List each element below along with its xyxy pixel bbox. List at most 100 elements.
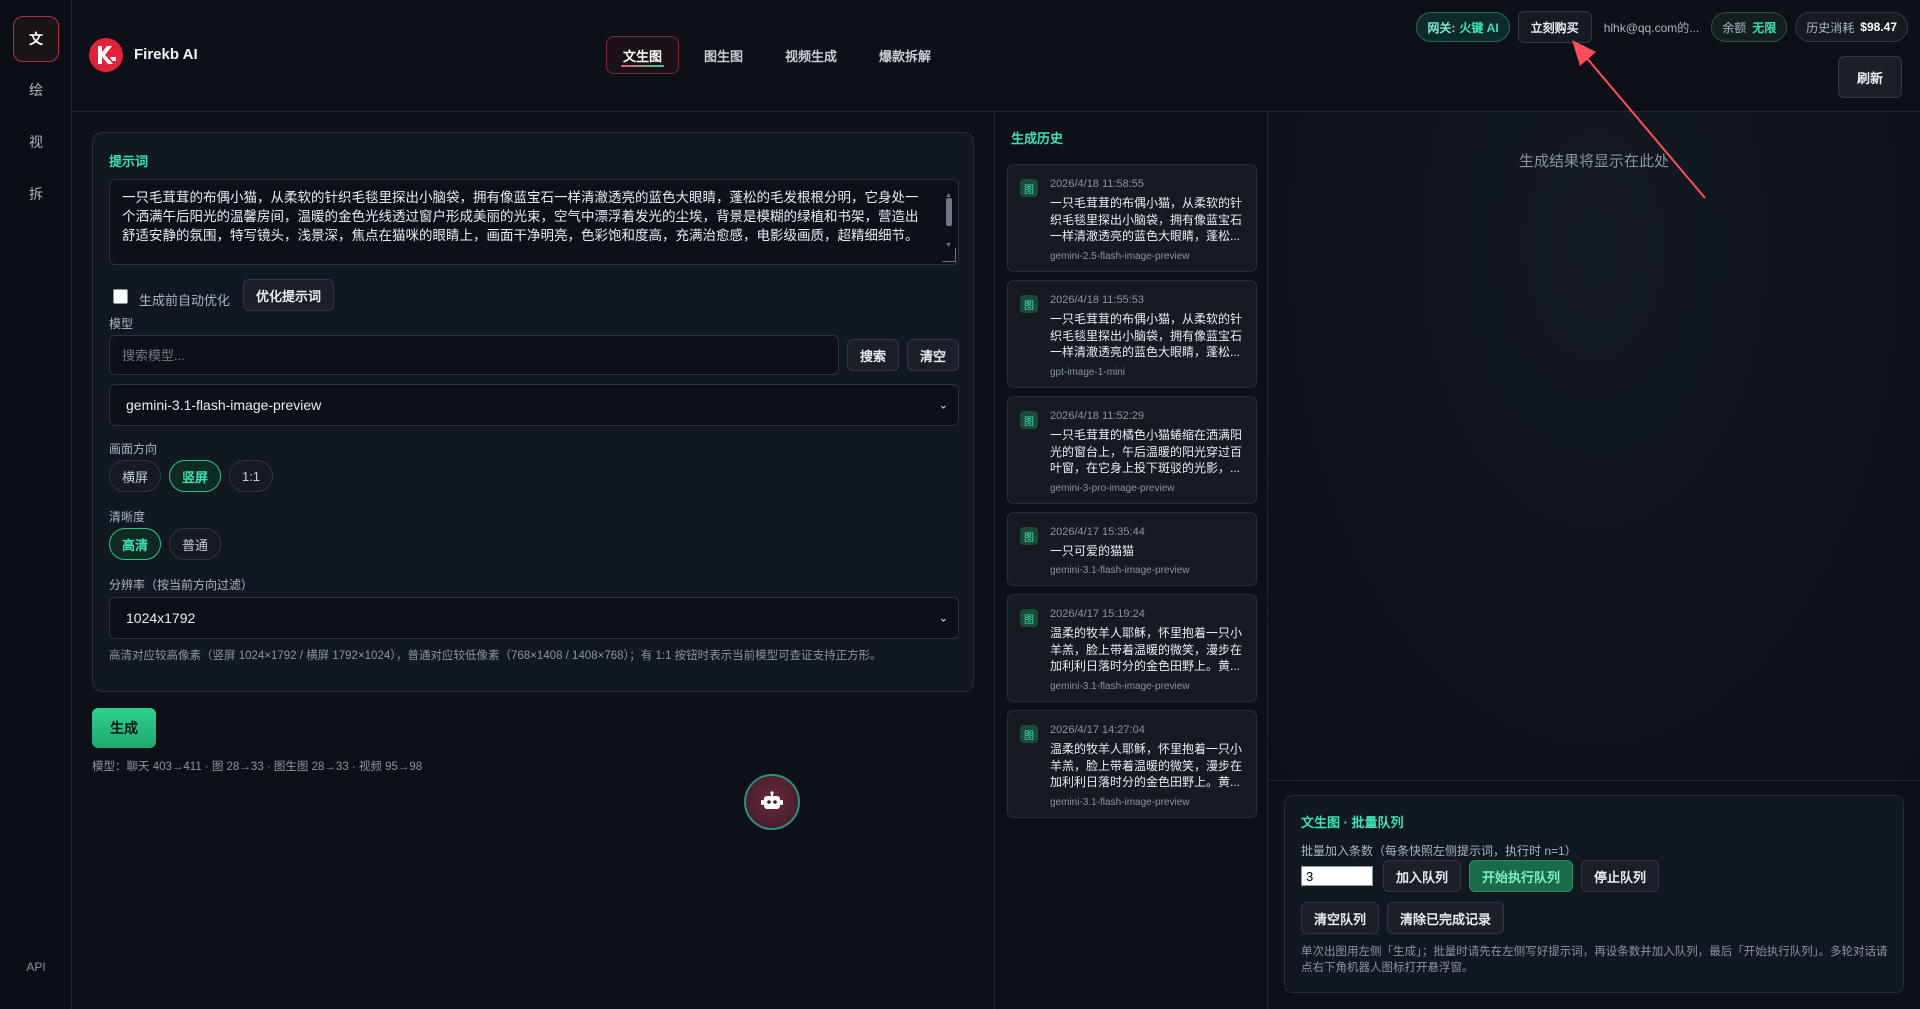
user-email[interactable]: hlhk@qq.com的... (1600, 19, 1704, 36)
resolution-select[interactable]: 1024x1792 ⌄ (109, 597, 959, 639)
model-select[interactable]: gemini-3.1-flash-image-preview ⌄ (109, 384, 959, 426)
model-label: 模型 (109, 317, 134, 331)
auto-optimize-checkbox[interactable] (113, 289, 128, 304)
result-area: 生成结果将显示在此处 (1268, 112, 1920, 780)
prompt-text: 一只毛茸茸的布偶小猫，从柔软的针织毛毯里探出小脑袋，拥有像蓝宝石一样清澈透亮的蓝… (122, 190, 919, 243)
main-tabs: 文生图 图生图 视频生成 爆款拆解 (606, 36, 948, 74)
history-time: 2026/4/17 14:27:04 (1050, 724, 1145, 736)
refresh-button[interactable]: 刷新 (1837, 56, 1902, 98)
rail-api-link[interactable]: API (0, 960, 72, 974)
balance-label: 余额 (1722, 20, 1747, 35)
model-clear-button[interactable]: 清空 (907, 339, 960, 371)
history-panel: 生成历史 图 2026/4/18 11:58:55 一只毛茸茸的布偶小猫，从柔软… (994, 112, 1268, 1009)
history-time: 2026/4/17 15:19:24 (1050, 608, 1145, 620)
buy-now-button[interactable]: 立刻购买 (1517, 11, 1592, 43)
history-text: 温柔的牧羊人耶稣，怀里抱着一只小羊羔，脸上带着温暖的微笑，漫步在加利利日落时分的… (1050, 626, 1243, 673)
image-badge-icon: 图 (1020, 295, 1038, 313)
model-search-input[interactable] (109, 335, 839, 375)
clear-completed-button[interactable]: 清除已完成记录 (1387, 902, 1505, 934)
history-item[interactable]: 图 2026/4/18 11:55:53 一只毛茸茸的布偶小猫，从柔软的针织毛毯… (1007, 280, 1257, 388)
firekb-logo-icon (89, 38, 123, 72)
image-badge-icon: 图 (1020, 179, 1038, 197)
robot-chat-button[interactable] (744, 774, 800, 830)
image-badge-icon: 图 (1020, 411, 1038, 429)
rail-item-video[interactable]: 视 (13, 119, 59, 165)
text-to-image-form: 提示词 一只毛茸茸的布偶小猫，从柔软的针织毛毯里探出小脑袋，拥有像蓝宝石一样清澈… (92, 132, 974, 692)
balance-badge: 余额 无限 (1711, 12, 1788, 42)
model-stats: 模型：聊天 403→411 · 图 28→33 · 图生图 28→33 · 视频… (92, 761, 423, 773)
queue-note: 单次出图用左侧「生成」；批量时请先在左侧写好提示词，再设条数并加入队列，最后「开… (1301, 946, 1888, 974)
clear-queue-button[interactable]: 清空队列 (1301, 902, 1380, 934)
history-text: 一只毛茸茸的布偶小猫，从柔软的针织毛毯里探出小脑袋，拥有像蓝宝石一样清澈透亮的蓝… (1050, 196, 1243, 243)
queue-count-label: 批量加入条数（每条快照左侧提示词，执行时 n=1） (1301, 844, 1577, 858)
history-item[interactable]: 图 2026/4/18 11:58:55 一只毛茸茸的布偶小猫，从柔软的针织毛毯… (1007, 164, 1257, 272)
history-model: gemini-3.1-flash-image-preview (1050, 565, 1190, 576)
generate-button[interactable]: 生成 (92, 708, 156, 748)
add-to-queue-button[interactable]: 加入队列 (1383, 860, 1462, 892)
model-search-button[interactable]: 搜索 (847, 339, 900, 371)
resolution-select-value: 1024x1792 (126, 610, 196, 626)
history-item[interactable]: 图 2026/4/17 15:19:24 温柔的牧羊人耶稣，怀里抱着一只小羊羔，… (1007, 594, 1257, 702)
history-cost-value: $98.47 (1860, 20, 1897, 34)
history-model: gpt-image-1-mini (1050, 367, 1126, 378)
gateway-label: 网关: (1427, 20, 1456, 35)
resize-handle-icon[interactable] (942, 248, 956, 262)
left-rail: 文 绘 视 拆 API (0, 0, 72, 1009)
history-item[interactable]: 图 2026/4/17 14:27:04 温柔的牧羊人耶稣，怀里抱着一只小羊羔，… (1007, 710, 1257, 818)
tab-hit-breakdown[interactable]: 爆款拆解 (862, 36, 948, 74)
history-cost-label: 历史消耗 (1806, 20, 1855, 35)
model-select-value: gemini-3.1-flash-image-preview (126, 397, 322, 413)
balance-value: 无限 (1752, 20, 1777, 35)
header: Firekb AI 文生图 图生图 视频生成 爆款拆解 网关: 火键 AI 立刻… (72, 0, 1920, 112)
rail-item-text[interactable]: 文 (13, 16, 59, 62)
history-text: 一只毛茸茸的橘色小猫蜷缩在洒满阳光的窗台上，午后温暖的阳光穿过百叶窗，在它身上投… (1050, 428, 1243, 475)
orientation-square-chip[interactable]: 1:1 (229, 460, 273, 492)
image-badge-icon: 图 (1020, 725, 1038, 743)
tab-text-to-image[interactable]: 文生图 (606, 36, 680, 74)
quality-normal-chip[interactable]: 普通 (169, 528, 222, 560)
tab-video-generation[interactable]: 视频生成 (768, 36, 854, 74)
prompt-textarea[interactable]: 一只毛茸茸的布偶小猫，从柔软的针织毛毯里探出小脑袋，拥有像蓝宝石一样清澈透亮的蓝… (109, 179, 959, 265)
orientation-portrait-chip[interactable]: 竖屏 (169, 460, 222, 492)
chevron-down-icon: ⌄ (938, 612, 948, 625)
auto-optimize-label: 生成前自动优化 (139, 293, 231, 308)
rail-item-split[interactable]: 拆 (13, 171, 59, 217)
history-model: gemini-2.5-flash-image-preview (1050, 251, 1190, 262)
history-model: gemini-3.1-flash-image-preview (1050, 797, 1190, 808)
history-model: gemini-3-pro-image-preview (1050, 483, 1175, 494)
queue-wrapper: 文生图 · 批量队列 批量加入条数（每条快照左侧提示词，执行时 n=1） 加入队… (1268, 780, 1920, 1009)
gateway-badge[interactable]: 网关: 火键 AI (1416, 12, 1510, 42)
start-queue-button[interactable]: 开始执行队列 (1469, 860, 1574, 892)
prompt-section-label: 提示词 (109, 154, 149, 169)
tab-image-to-image[interactable]: 图生图 (687, 36, 760, 74)
result-placeholder: 生成结果将显示在此处 (1518, 153, 1669, 170)
batch-queue-panel: 文生图 · 批量队列 批量加入条数（每条快照左侧提示词，执行时 n=1） 加入队… (1284, 795, 1904, 993)
orientation-landscape-chip[interactable]: 横屏 (109, 460, 162, 492)
prompt-scrollbar[interactable]: ▲ ▼ (944, 186, 954, 249)
history-model: gemini-3.1-flash-image-preview (1050, 681, 1190, 692)
image-badge-icon: 图 (1020, 609, 1038, 627)
resolution-hint: 高清对应较高像素（竖屏 1024×1792 / 横屏 1792×1024），普通… (109, 650, 882, 662)
history-text: 一只可爱的猫猫 (1050, 544, 1135, 558)
history-time: 2026/4/18 11:52:29 (1050, 410, 1144, 422)
topbar: 网关: 火键 AI 立刻购买 hlhk@qq.com的... 余额 无限 历史消… (1416, 11, 1908, 43)
optimize-prompt-button[interactable]: 优化提示词 (243, 279, 335, 311)
history-time: 2026/4/17 15:35:44 (1050, 526, 1145, 538)
orientation-label: 画面方向 (109, 442, 158, 456)
history-cost-badge: 历史消耗 $98.47 (1795, 12, 1908, 42)
history-item[interactable]: 图 2026/4/18 11:52:29 一只毛茸茸的橘色小猫蜷缩在洒满阳光的窗… (1007, 396, 1257, 504)
stop-queue-button[interactable]: 停止队列 (1581, 860, 1660, 892)
history-title: 生成历史 (1011, 131, 1064, 146)
history-time: 2026/4/18 11:58:55 (1050, 178, 1144, 190)
queue-count-input[interactable] (1301, 866, 1373, 886)
quality-hd-chip[interactable]: 高清 (109, 528, 162, 560)
quality-label: 清晰度 (109, 510, 146, 524)
history-item[interactable]: 图 2026/4/17 15:35:44 一只可爱的猫猫 gemini-3.1-… (1007, 512, 1257, 586)
history-time: 2026/4/18 11:55:53 (1050, 294, 1144, 306)
rail-item-draw[interactable]: 绘 (13, 67, 59, 113)
chevron-down-icon: ⌄ (938, 399, 948, 412)
history-text: 一只毛茸茸的布偶小猫，从柔软的针织毛毯里探出小脑袋，拥有像蓝宝石一样清澈透亮的蓝… (1050, 312, 1243, 359)
queue-title: 文生图 · 批量队列 (1301, 815, 1404, 830)
history-text: 温柔的牧羊人耶稣，怀里抱着一只小羊羔，脸上带着温暖的微笑，漫步在加利利日落时分的… (1050, 742, 1243, 789)
image-badge-icon: 图 (1020, 527, 1038, 545)
